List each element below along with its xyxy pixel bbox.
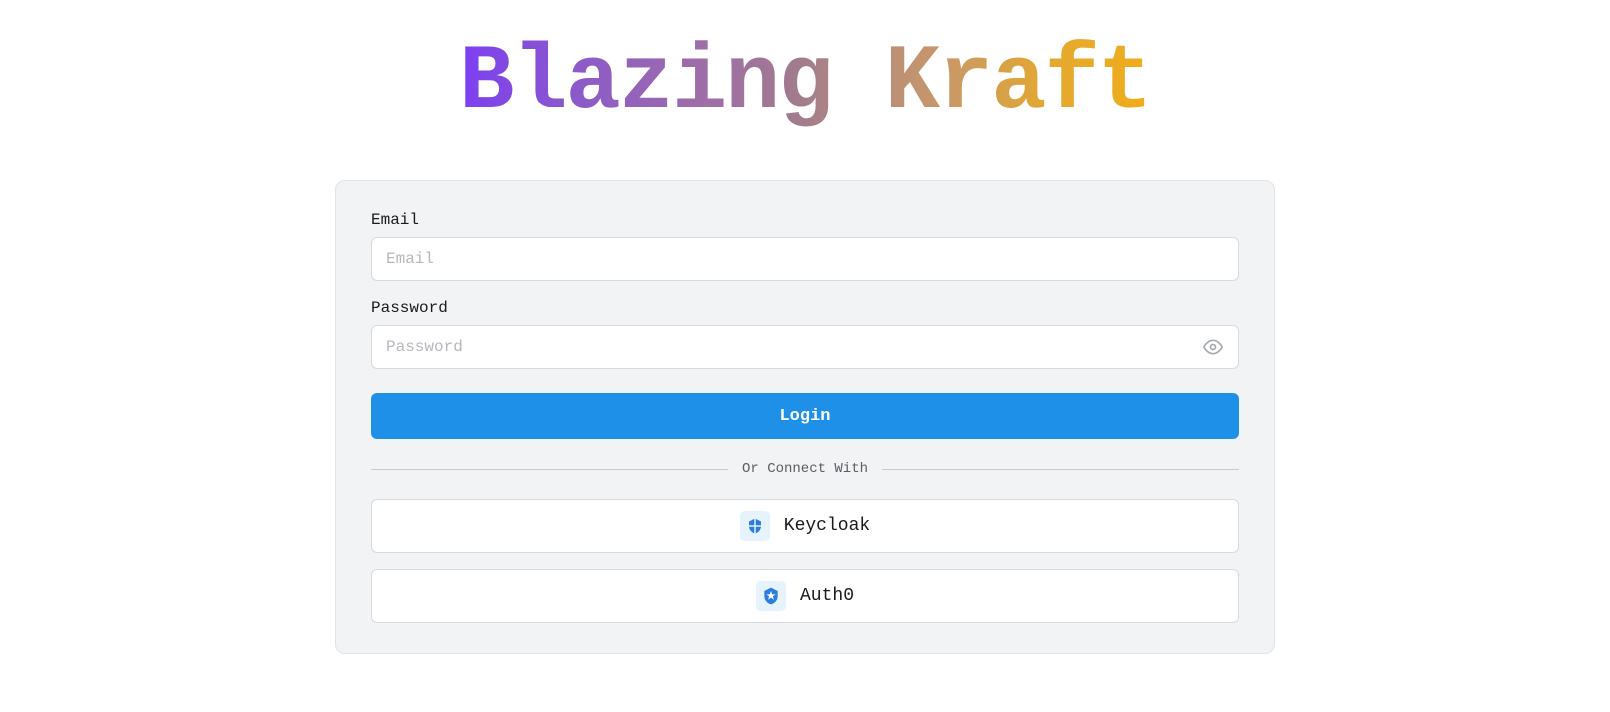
- email-label: Email: [371, 211, 1239, 229]
- keycloak-provider-button[interactable]: Keycloak: [371, 499, 1239, 553]
- auth0-icon: [761, 586, 781, 606]
- eye-icon: [1203, 337, 1223, 357]
- password-label: Password: [371, 299, 1239, 317]
- login-button[interactable]: Login: [371, 393, 1239, 439]
- email-input[interactable]: [371, 237, 1239, 281]
- login-card: Email Password Login Or Connect With: [335, 180, 1275, 654]
- password-input[interactable]: [371, 325, 1239, 369]
- divider-text: Or Connect With: [728, 461, 882, 477]
- password-input-wrapper: [371, 325, 1239, 369]
- auth0-provider-button[interactable]: Auth0: [371, 569, 1239, 623]
- keycloak-icon-box: [740, 511, 770, 541]
- divider-line-right: [882, 469, 1239, 470]
- email-input-wrapper: [371, 237, 1239, 281]
- brand-title: Blazing Kraft: [459, 30, 1151, 135]
- keycloak-provider-label: Keycloak: [784, 516, 870, 536]
- divider-line-left: [371, 469, 728, 470]
- keycloak-icon: [746, 517, 764, 535]
- email-field-group: Email: [371, 211, 1239, 281]
- password-field-group: Password: [371, 299, 1239, 369]
- auth0-provider-label: Auth0: [800, 586, 854, 606]
- connect-with-divider: Or Connect With: [371, 461, 1239, 477]
- auth0-icon-box: [756, 581, 786, 611]
- toggle-password-visibility-button[interactable]: [1199, 333, 1227, 361]
